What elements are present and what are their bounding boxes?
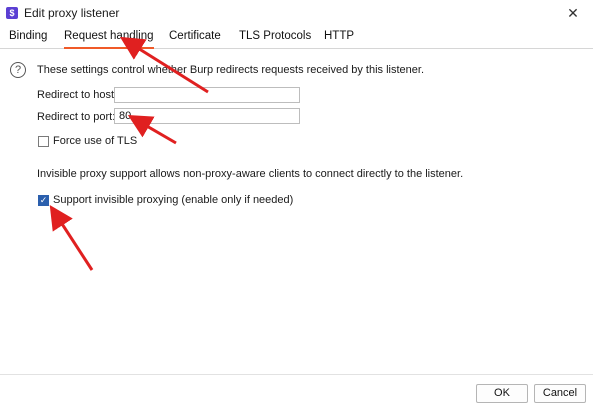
burp-app-icon: $ xyxy=(6,7,18,19)
force-tls-checkbox[interactable] xyxy=(38,136,49,147)
panel-description: These settings control whether Burp redi… xyxy=(37,64,425,76)
help-icon[interactable]: ? xyxy=(10,62,26,78)
ok-button[interactable]: OK xyxy=(476,384,528,403)
tab-request-handling[interactable]: Request handling xyxy=(64,26,154,49)
request-handling-panel: ? These settings control whether Burp re… xyxy=(0,49,593,374)
title-bar: $ Edit proxy listener ✕ xyxy=(0,0,593,26)
tab-bar: Binding Request handling Certificate TLS… xyxy=(0,26,593,49)
tab-binding[interactable]: Binding xyxy=(9,26,47,47)
window-title: Edit proxy listener xyxy=(24,6,120,20)
cancel-button[interactable]: Cancel xyxy=(534,384,586,403)
invisible-proxy-checkbox[interactable]: ✓ xyxy=(38,195,49,206)
force-tls-label: Force use of TLS xyxy=(53,135,138,147)
tab-http[interactable]: HTTP xyxy=(324,26,354,47)
redirect-host-label: Redirect to host: xyxy=(37,89,118,101)
redirect-port-input[interactable] xyxy=(114,108,300,124)
dialog-footer: OK Cancel xyxy=(0,374,593,407)
close-button[interactable]: ✕ xyxy=(562,3,584,23)
invisible-proxy-info: Invisible proxy support allows non-proxy… xyxy=(37,168,464,180)
invisible-proxy-label: Support invisible proxying (enable only … xyxy=(53,194,294,206)
tab-tls-protocols[interactable]: TLS Protocols xyxy=(239,26,311,47)
redirect-host-input[interactable] xyxy=(114,87,300,103)
redirect-port-label: Redirect to port: xyxy=(37,111,116,123)
tab-certificate[interactable]: Certificate xyxy=(169,26,221,47)
